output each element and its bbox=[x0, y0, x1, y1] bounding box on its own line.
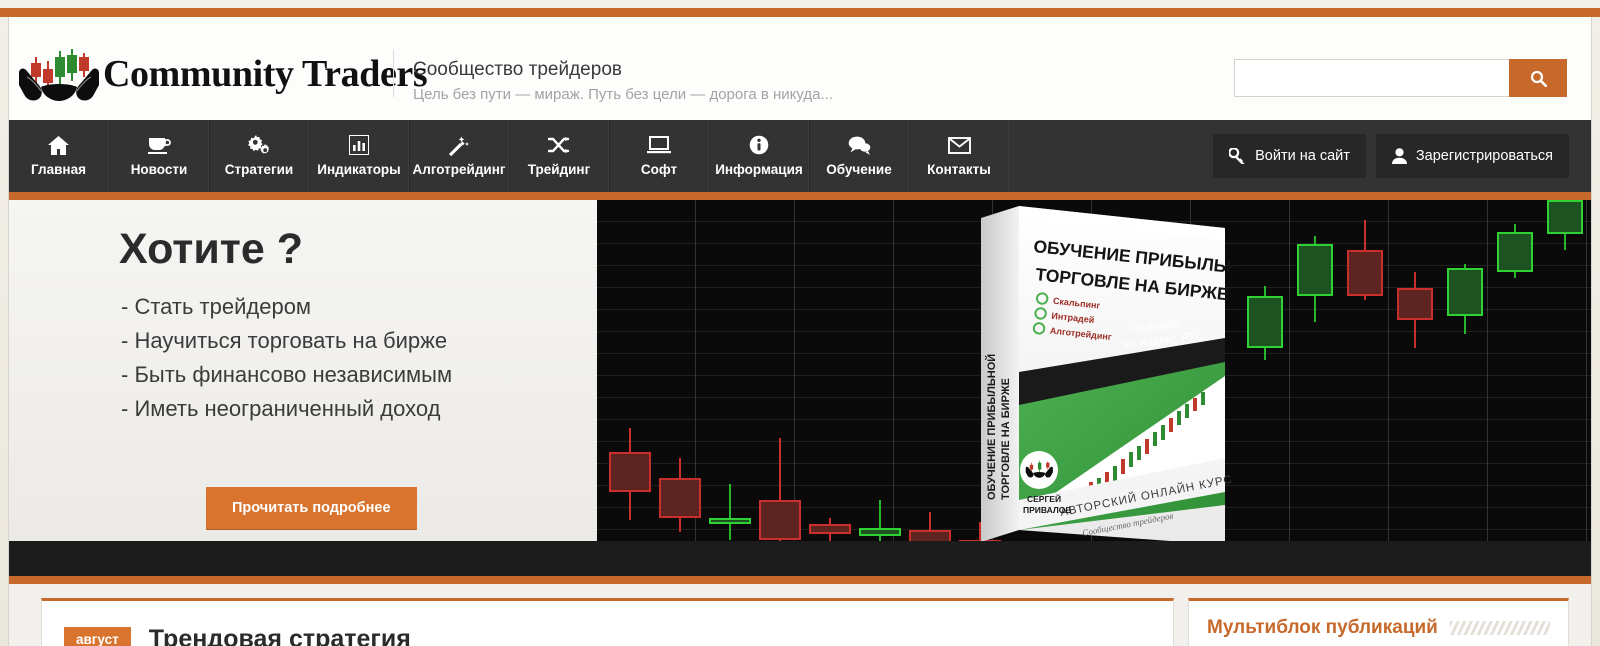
search-input[interactable] bbox=[1234, 59, 1509, 97]
comments-icon bbox=[848, 135, 871, 155]
hero-cta-button[interactable]: Прочитать подробнее bbox=[206, 487, 417, 529]
candle bbox=[909, 512, 951, 541]
user-icon bbox=[1391, 148, 1407, 164]
nav-item-algotrading[interactable]: Алготрейдинг bbox=[409, 120, 509, 192]
hero-text-panel: Хотите ? - Стать трейдером - Научиться т… bbox=[9, 200, 597, 541]
logo-text: Community Traders bbox=[103, 53, 428, 95]
nav-item-home[interactable]: Главная bbox=[9, 120, 109, 192]
hero-bullet: - Иметь неограниченный доход bbox=[121, 396, 441, 421]
candle bbox=[1447, 264, 1483, 334]
main-navigation: Главная Новости Стратегии Индикаторы Алг… bbox=[9, 120, 1591, 200]
nav-label: Контакты bbox=[927, 162, 991, 177]
nav-item-trading[interactable]: Трейдинг bbox=[509, 120, 609, 192]
bar-chart-icon bbox=[349, 135, 369, 155]
hero-bullet: - Стать трейдером bbox=[121, 294, 312, 319]
login-button[interactable]: Войти на сайт bbox=[1213, 134, 1366, 178]
gears-icon bbox=[247, 134, 271, 155]
widget-hatch-decoration bbox=[1449, 621, 1550, 635]
nav-label: Новости bbox=[130, 162, 188, 177]
magic-wand-icon bbox=[448, 135, 470, 156]
home-icon bbox=[48, 135, 69, 155]
main-column: август Трендовая стратегия bbox=[9, 584, 1174, 646]
nav-label: Алготрейдинг bbox=[412, 162, 506, 177]
candle bbox=[1347, 220, 1383, 300]
candle bbox=[759, 438, 801, 541]
nav-item-information[interactable]: Информация bbox=[709, 120, 809, 192]
nav-label: Индикаторы bbox=[317, 162, 401, 177]
page-root: Community Traders Сообщество трейдеров Ц… bbox=[0, 0, 1600, 646]
site-tagline: Сообщество трейдеров Цель без пути — мир… bbox=[413, 57, 833, 107]
svg-text:ПРИВАЛОВ: ПРИВАЛОВ bbox=[1023, 505, 1072, 515]
candle bbox=[709, 484, 751, 540]
nav-label: Софт bbox=[640, 162, 678, 177]
nav-label: Обучение bbox=[826, 162, 892, 177]
site-header: Community Traders Сообщество трейдеров Ц… bbox=[9, 17, 1591, 120]
svg-text:СЕРГЕЙ: СЕРГЕЙ bbox=[1027, 493, 1061, 504]
login-label: Войти на сайт bbox=[1255, 148, 1350, 164]
nav-item-news[interactable]: Новости bbox=[109, 120, 209, 192]
sidebar-column: Мультиблок публикаций bbox=[1174, 584, 1591, 646]
candle bbox=[1497, 224, 1533, 278]
hero-bullet-list: - Стать трейдером - Научиться торговать … bbox=[121, 290, 452, 426]
register-label: Зарегистрироваться bbox=[1415, 148, 1553, 164]
candle bbox=[1547, 200, 1583, 250]
search-button[interactable] bbox=[1509, 59, 1567, 97]
hero-chart-panel: ОБУЧЕНИЕ ПРИБЫЛЬНОЙ ТОРГОВЛЕ НА БИРЖЕ ОБ… bbox=[597, 200, 1591, 541]
candle bbox=[1297, 236, 1333, 322]
page-content: август Трендовая стратегия Мультиблок пу… bbox=[9, 584, 1591, 646]
article-card[interactable]: август Трендовая стратегия bbox=[41, 598, 1174, 646]
nav-label: Информация bbox=[715, 162, 803, 177]
candle bbox=[609, 428, 651, 520]
nav-label: Трейдинг bbox=[527, 162, 591, 177]
nav-item-strategies[interactable]: Стратегии bbox=[209, 120, 309, 192]
nav-item-indicators[interactable]: Индикаторы bbox=[309, 120, 409, 192]
laptop-icon bbox=[647, 135, 671, 155]
hero-banner: Хотите ? - Стать трейдером - Научиться т… bbox=[9, 200, 1591, 541]
nav-label: Главная bbox=[31, 162, 86, 177]
hero-bottom-strip bbox=[9, 541, 1591, 576]
header-divider bbox=[393, 49, 394, 97]
nav-accent-underline bbox=[9, 192, 1591, 200]
search-icon bbox=[1530, 70, 1547, 87]
nav-label: Стратегии bbox=[224, 162, 294, 177]
coffee-cup-icon bbox=[147, 135, 171, 155]
hands-candlesticks-logo-icon bbox=[17, 43, 101, 105]
envelope-icon bbox=[947, 135, 971, 155]
site-shell: Community Traders Сообщество трейдеров Ц… bbox=[8, 17, 1592, 646]
info-circle-icon bbox=[749, 135, 769, 155]
register-button[interactable]: Зарегистрироваться bbox=[1375, 134, 1569, 178]
widget-title: Мультиблок публикаций bbox=[1207, 617, 1438, 638]
auth-buttons: Войти на сайт Зарегистрироваться bbox=[1213, 120, 1591, 192]
section-accent-rule bbox=[9, 576, 1591, 584]
logo[interactable]: Community Traders bbox=[17, 43, 428, 105]
tagline-title: Сообщество трейдеров bbox=[413, 59, 622, 80]
article-month-badge: август bbox=[64, 627, 131, 646]
shuffle-icon bbox=[548, 135, 570, 155]
search-form bbox=[1234, 59, 1567, 97]
nav-item-contacts[interactable]: Контакты bbox=[909, 120, 1009, 192]
key-icon bbox=[1229, 148, 1246, 164]
candle bbox=[659, 458, 701, 532]
hero-bullet: - Научиться торговать на бирже bbox=[121, 328, 448, 353]
candle bbox=[859, 500, 901, 541]
svg-text:ОБУЧЕНИЕ ПРИБЫЛЬНОЙ: ОБУЧЕНИЕ ПРИБЫЛЬНОЙ bbox=[985, 354, 998, 500]
multiblock-widget: Мультиблок публикаций bbox=[1188, 598, 1569, 646]
hero-bullet: - Быть финансово независимым bbox=[121, 362, 453, 387]
article-title[interactable]: Трендовая стратегия bbox=[149, 625, 411, 646]
top-accent-bar bbox=[0, 8, 1600, 17]
product-box-image: ОБУЧЕНИЕ ПРИБЫЛЬНОЙ ТОРГОВЛЕ НА БИРЖЕ ОБ… bbox=[973, 200, 1233, 541]
tagline-subtitle: Цель без пути — мираж. Путь без цели — д… bbox=[413, 86, 834, 103]
nav-item-education[interactable]: Обучение bbox=[809, 120, 909, 192]
svg-text:ТОРГОВЛЕ НА БИРЖЕ: ТОРГОВЛЕ НА БИРЖЕ bbox=[1000, 378, 1012, 500]
candle bbox=[809, 518, 851, 541]
candle bbox=[1397, 272, 1433, 348]
nav-item-soft[interactable]: Софт bbox=[609, 120, 709, 192]
hero-title: Хотите ? bbox=[119, 225, 303, 273]
candle bbox=[1247, 286, 1283, 360]
